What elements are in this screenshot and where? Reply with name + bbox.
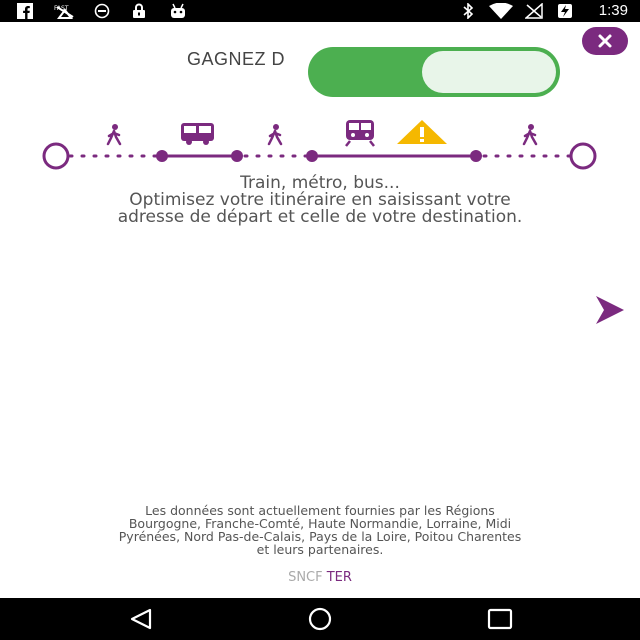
clock: 1:39 xyxy=(598,2,628,19)
node-icon xyxy=(470,150,482,162)
brand-logo: SNCF TER xyxy=(0,570,640,585)
blocked-icon xyxy=(92,3,112,19)
brand-ter: TER xyxy=(326,570,352,585)
data-credits: Les données sont actuellement fournies p… xyxy=(40,504,600,556)
notification-toggle[interactable] xyxy=(308,47,560,97)
page-title: GAGNEZ D xyxy=(187,49,286,69)
chevron-right-icon xyxy=(596,296,624,324)
walk-icon xyxy=(267,124,283,146)
train-icon xyxy=(345,120,375,147)
recents-button[interactable] xyxy=(485,606,515,632)
no-signal-icon xyxy=(524,3,544,19)
close-button[interactable] xyxy=(582,27,628,55)
wifi-icon xyxy=(488,3,514,19)
bus-icon xyxy=(181,123,214,145)
android-icon xyxy=(168,3,188,19)
brand-sncf: SNCF xyxy=(288,570,323,585)
node-icon xyxy=(306,150,318,162)
status-bar: FAST 1:39 xyxy=(0,0,640,22)
navigation-bar xyxy=(0,598,640,640)
node-icon xyxy=(231,150,243,162)
home-button[interactable] xyxy=(305,606,335,632)
start-point-icon xyxy=(42,142,70,170)
back-icon xyxy=(130,608,152,630)
fast-vpn-icon: FAST xyxy=(52,3,78,19)
itinerary-illustration xyxy=(42,120,597,170)
next-button[interactable] xyxy=(592,292,628,328)
credits-line: et leurs partenaires. xyxy=(256,542,384,557)
home-icon xyxy=(308,607,332,631)
end-point-icon xyxy=(569,142,597,170)
warning-icon xyxy=(397,120,447,144)
battery-charging-icon xyxy=(556,3,574,19)
facebook-icon xyxy=(14,3,36,19)
toggle-knob[interactable] xyxy=(422,51,556,93)
description-line: adresse de départ et celle de votre dest… xyxy=(117,207,523,227)
walk-icon xyxy=(522,124,538,146)
lock-icon xyxy=(130,3,148,19)
bluetooth-icon xyxy=(460,3,476,19)
walk-icon xyxy=(106,124,122,146)
node-icon xyxy=(156,150,168,162)
app-screen: FAST 1:39 GAGNEZ D xyxy=(0,0,640,640)
close-icon xyxy=(598,34,612,48)
back-button[interactable] xyxy=(126,606,156,632)
feature-description: Train, métro, bus... Optimisez votre iti… xyxy=(0,175,640,226)
recents-icon xyxy=(487,608,513,630)
